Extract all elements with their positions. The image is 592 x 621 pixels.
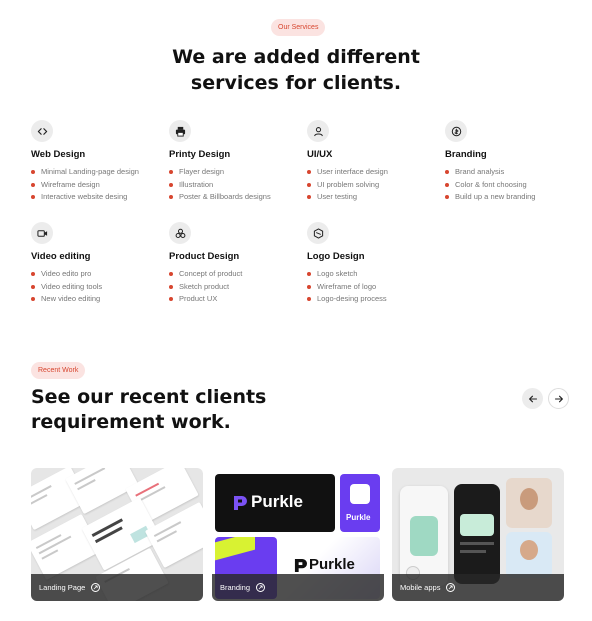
service-title: Branding [445, 149, 487, 160]
service-bullet: New video editing [31, 293, 171, 306]
work-card-branding[interactable]: Purkle Purkle Purkle Branding [212, 468, 384, 601]
service-title: Logo Design [307, 251, 365, 262]
shapes-icon [169, 222, 191, 244]
service-branding: Branding Brand analysis Color & font cho… [445, 120, 585, 204]
service-bullet: Video edito pro [31, 268, 171, 281]
service-bullet: User testing [307, 191, 447, 204]
purkle-app-name: Purkle [346, 513, 371, 522]
arrow-right-icon [554, 395, 563, 402]
service-logo-design: Logo Design Logo sketch Wireframe of log… [307, 222, 447, 306]
purkle-wordmark: Purkle [251, 492, 303, 511]
purkle-app-icon [350, 484, 370, 504]
service-bullet: Color & font choosing [445, 179, 585, 192]
service-bullet: Sketch product [169, 281, 309, 294]
service-title: Printy Design [169, 149, 231, 160]
printer-icon [169, 120, 191, 142]
video-camera-icon [31, 222, 53, 244]
service-bullet: Interactive website desing [31, 191, 171, 204]
recent-work-badge: Recent Work [31, 362, 86, 379]
service-bullet: Flayer design [169, 166, 309, 179]
services-badge: Our Services [271, 19, 326, 36]
work-card-mobile-apps[interactable]: Mobile apps [392, 468, 564, 601]
services-heading: We are added different services for clie… [0, 44, 592, 96]
service-bullet: Brand analysis [445, 166, 585, 179]
service-bullet: Logo-desing process [307, 293, 447, 306]
service-web-design: Web Design Minimal Landing-page design W… [31, 120, 171, 204]
card-caption: Branding [212, 574, 384, 601]
purkle-wordmark-light: Purkle [309, 556, 355, 573]
service-bullet: Wireframe design [31, 179, 171, 192]
card-label: Mobile apps [400, 583, 441, 592]
card-caption: Landing Page [31, 574, 203, 601]
service-bullet: User interface design [307, 166, 447, 179]
service-bullet: Poster & Billboards designs [169, 191, 309, 204]
purkle-logo-icon [233, 495, 247, 511]
services-heading-line1: We are added different [172, 46, 420, 68]
service-bullet: Wireframe of logo [307, 281, 447, 294]
next-button[interactable] [548, 388, 569, 409]
service-product-design: Product Design Concept of product Sketch… [169, 222, 309, 306]
arrow-circle-icon[interactable] [91, 583, 101, 592]
service-bullet: Build up a new branding [445, 191, 585, 204]
service-bullet: Concept of product [169, 268, 309, 281]
code-icon [31, 120, 53, 142]
recent-heading-line1: See our recent clients [31, 386, 267, 408]
purkle-logo-icon [294, 558, 307, 573]
work-card-landing-page[interactable]: Landing Page [31, 468, 203, 601]
services-heading-line2: services for clients. [190, 72, 402, 94]
card-label: Branding [220, 583, 251, 592]
service-title: Web Design [31, 149, 86, 160]
service-printy-design: Printy Design Flayer design Illustration… [169, 120, 309, 204]
recent-heading-line2: requirement work. [31, 411, 231, 433]
user-icon [307, 120, 329, 142]
recent-work-heading: See our recent clients requirement work. [31, 385, 291, 435]
service-bullet: Illustration [169, 179, 309, 192]
service-title: UI/UX [307, 149, 333, 160]
service-bullet: UI problem solving [307, 179, 447, 192]
service-bullet: Logo sketch [307, 268, 447, 281]
hexagon-logo-icon [307, 222, 329, 244]
previous-button[interactable] [522, 388, 543, 409]
coin-icon [445, 120, 467, 142]
service-title: Product Design [169, 251, 240, 262]
service-video-editing: Video editing Video edito pro Video edit… [31, 222, 171, 306]
service-bullet: Product UX [169, 293, 309, 306]
arrow-circle-icon[interactable] [256, 583, 266, 592]
arrow-circle-icon[interactable] [446, 583, 456, 592]
service-bullet: Video editing tools [31, 281, 171, 294]
card-label: Landing Page [39, 583, 86, 592]
arrow-left-icon [528, 395, 537, 402]
service-title: Video editing [31, 251, 91, 262]
service-ui-ux: UI/UX User interface design UI problem s… [307, 120, 447, 204]
service-bullet: Minimal Landing-page design [31, 166, 171, 179]
card-caption: Mobile apps [392, 574, 564, 601]
